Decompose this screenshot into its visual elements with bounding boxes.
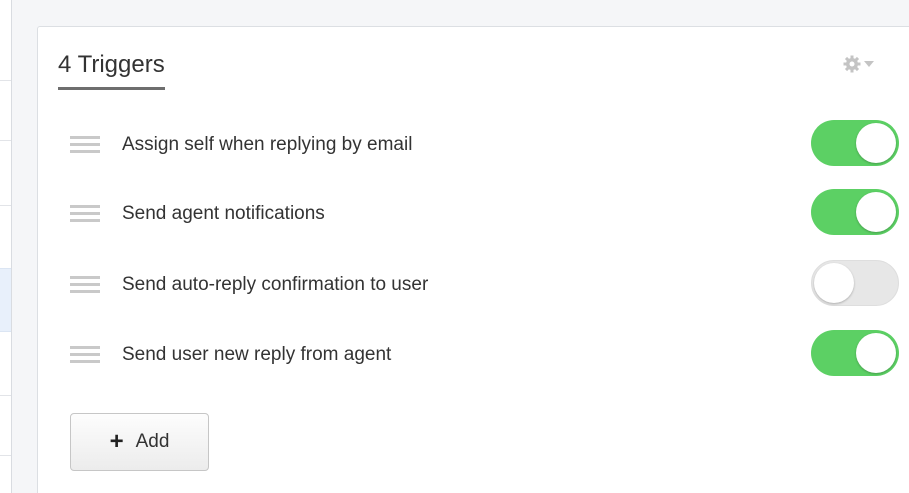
panel-title: 4 Triggers bbox=[58, 50, 165, 90]
sidebar-row-selected[interactable] bbox=[0, 268, 11, 332]
trigger-row: Send user new reply from agent bbox=[70, 330, 909, 380]
triggers-panel: 4 Triggers Assign self when replying by … bbox=[37, 26, 909, 493]
trigger-label: Send auto-reply confirmation to user bbox=[122, 274, 429, 295]
drag-handle-icon[interactable] bbox=[70, 205, 100, 223]
trigger-toggle[interactable] bbox=[811, 330, 899, 376]
trigger-label: Assign self when replying by email bbox=[122, 134, 413, 155]
drag-handle-icon[interactable] bbox=[70, 276, 100, 294]
drag-handle-icon[interactable] bbox=[70, 346, 100, 364]
toggle-knob bbox=[856, 123, 896, 163]
plus-icon: + bbox=[109, 428, 124, 455]
trigger-row: Send auto-reply confirmation to user bbox=[70, 260, 909, 310]
sidebar-row[interactable] bbox=[0, 395, 11, 396]
sidebar-row[interactable] bbox=[0, 205, 11, 206]
sidebar-list-edge bbox=[0, 0, 12, 493]
drag-handle-icon[interactable] bbox=[70, 136, 100, 154]
add-trigger-button[interactable]: + Add bbox=[70, 413, 209, 471]
trigger-row: Send agent notifications bbox=[70, 189, 909, 239]
toggle-knob bbox=[856, 192, 896, 232]
sidebar-row[interactable] bbox=[0, 80, 11, 81]
trigger-toggle[interactable] bbox=[811, 189, 899, 235]
trigger-label: Send agent notifications bbox=[122, 203, 325, 224]
sidebar-row[interactable] bbox=[0, 455, 11, 456]
toggle-knob bbox=[856, 333, 896, 373]
trigger-toggle[interactable] bbox=[811, 120, 899, 166]
trigger-toggle[interactable] bbox=[811, 260, 899, 306]
gear-icon bbox=[843, 55, 861, 73]
settings-menu-button[interactable] bbox=[843, 55, 874, 73]
trigger-label: Send user new reply from agent bbox=[122, 344, 392, 365]
sidebar-row[interactable] bbox=[0, 140, 11, 141]
toggle-knob bbox=[814, 263, 854, 303]
add-button-label: Add bbox=[135, 431, 170, 452]
trigger-row: Assign self when replying by email bbox=[70, 120, 909, 170]
caret-down-icon bbox=[864, 61, 874, 67]
page: 4 Triggers Assign self when replying by … bbox=[0, 0, 909, 493]
